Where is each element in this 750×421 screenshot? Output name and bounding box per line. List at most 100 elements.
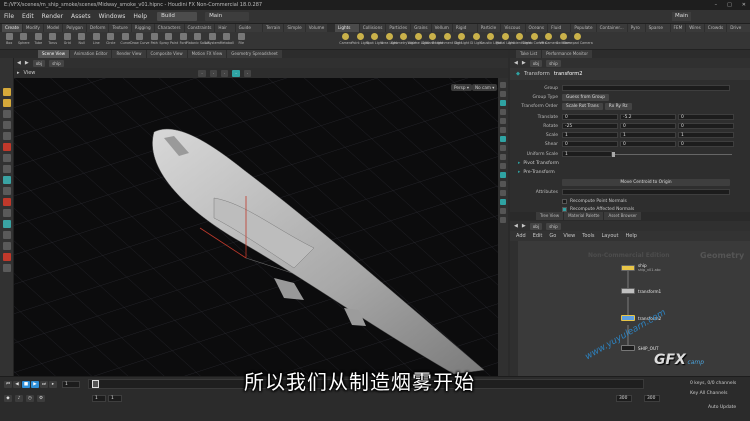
pane-tab[interactable]: Animation Editor <box>69 50 112 58</box>
display-icon-14[interactable] <box>500 199 506 205</box>
display-icon-6[interactable] <box>500 127 506 133</box>
shelf-tool[interactable]: Stereo Camera <box>522 31 547 49</box>
viewer-option-2[interactable]: · <box>209 69 218 77</box>
sound-icon[interactable]: ♪ <box>15 395 23 402</box>
net-menu-view[interactable]: View <box>563 233 575 239</box>
uniform-scale-slider[interactable] <box>612 151 732 157</box>
menu-assets[interactable]: Assets <box>71 13 91 20</box>
network-tab[interactable]: Asset Browser <box>604 212 641 220</box>
display-icon-13[interactable] <box>500 190 506 196</box>
transform-order-menu[interactable]: Scale Rot Trans <box>562 102 603 110</box>
shelf-tab[interactable]: Sparse Pyr... <box>645 24 670 38</box>
display-tool-icon[interactable] <box>2 220 11 228</box>
shelf-tab[interactable]: FEM <box>670 24 686 32</box>
recompute-normals-checkbox[interactable] <box>562 198 567 204</box>
shelf-tool[interactable]: Path <box>147 31 162 49</box>
pre-transform-folder[interactable]: ▸ Pre-Transform <box>518 170 555 175</box>
shelf-tool[interactable]: L-System <box>205 31 220 49</box>
display-icon-7[interactable] <box>500 136 506 142</box>
path-obj[interactable]: obj <box>32 59 46 67</box>
shelf-tab[interactable]: Drive Sim... <box>727 24 750 38</box>
visibility-tool-icon[interactable] <box>2 242 11 250</box>
shelf-tool[interactable]: Geometry Light <box>391 31 417 49</box>
handle-tool-icon[interactable] <box>2 132 11 140</box>
node-transform1[interactable]: transform1 <box>621 288 661 294</box>
shelf-tool[interactable]: Spray Paint <box>159 31 178 49</box>
shelf-tab[interactable]: Container... <box>596 24 627 32</box>
auto-update-menu[interactable]: Auto Update <box>708 405 736 410</box>
key-all-channels-button[interactable]: Key All Channels <box>690 391 727 396</box>
forward-icon[interactable]: ▶ <box>25 60 29 66</box>
viewer-option-5[interactable]: · <box>243 69 252 77</box>
pivot-tool-icon[interactable] <box>2 187 11 195</box>
node-ship-box[interactable] <box>621 264 635 271</box>
camera-menu[interactable]: No cam ▾ <box>472 84 498 91</box>
view-tool-icon[interactable] <box>2 154 11 162</box>
node-name-field[interactable]: transform2 <box>554 71 583 77</box>
attributes-field[interactable] <box>562 188 730 196</box>
scale-y-field[interactable]: 1 <box>620 131 676 139</box>
pane-tab[interactable]: Scene View <box>38 50 69 58</box>
group-type-menu[interactable]: Guess from Group <box>562 93 609 101</box>
shelf-tool[interactable]: Box <box>2 31 17 49</box>
snap-tool-icon[interactable] <box>2 176 11 184</box>
net-path-obj[interactable]: obj <box>529 222 543 230</box>
display-icon-11[interactable] <box>500 172 506 178</box>
node-ship-out[interactable]: SHIP_OUT <box>621 345 659 351</box>
scale-tool-icon[interactable] <box>2 121 11 129</box>
shelf-tool[interactable]: Volume Light <box>407 31 429 49</box>
display-icon-12[interactable] <box>500 181 506 187</box>
node-ship-out-box[interactable] <box>621 345 635 351</box>
shelf-tool[interactable]: Font <box>176 31 191 49</box>
playback-start-field[interactable]: 1 <box>108 395 122 402</box>
shelf-tool[interactable]: Tube <box>31 31 46 49</box>
translate-z-field[interactable]: 0 <box>678 113 734 121</box>
param-group-field[interactable] <box>562 84 730 92</box>
shelf-tool[interactable]: Camera <box>339 31 354 49</box>
viewer-option-3[interactable]: · <box>221 69 229 77</box>
net-menu-layout[interactable]: Layout <box>602 233 619 239</box>
display-icon-8[interactable] <box>500 145 506 151</box>
start-frame-field[interactable]: 1 <box>92 395 106 402</box>
main-desktop-label[interactable]: Main <box>672 12 692 21</box>
magnet-tool-icon[interactable] <box>2 198 11 206</box>
pane-tab[interactable]: Composite View <box>146 50 187 58</box>
menu-windows[interactable]: Windows <box>99 13 126 20</box>
pane-tab[interactable]: Performance Monitor <box>542 50 592 58</box>
display-icon-3[interactable] <box>500 100 506 106</box>
node-transform1-box[interactable] <box>621 288 635 294</box>
maximize-icon[interactable]: □ <box>727 0 732 10</box>
shelf-tab[interactable]: Wires <box>686 24 704 32</box>
shelf-tool[interactable]: Caustic Light <box>480 31 501 49</box>
shelf-tab[interactable]: Volume <box>305 24 328 32</box>
back-icon[interactable]: ◀ <box>17 60 21 66</box>
menu-render[interactable]: Render <box>42 13 63 20</box>
shelf-tool[interactable]: Switcher <box>556 31 571 49</box>
shear-z-field[interactable]: 0 <box>678 140 734 148</box>
stop-icon[interactable]: ■ <box>22 381 30 388</box>
net-menu-add[interactable]: Add <box>516 233 526 239</box>
pose-tool-icon[interactable] <box>2 143 11 151</box>
param-path-obj[interactable]: obj <box>529 59 543 67</box>
net-menu-tools[interactable]: Tools <box>582 233 594 239</box>
shelf-tool[interactable]: Null <box>75 31 90 49</box>
menu-help[interactable]: Help <box>133 13 147 20</box>
current-frame-field[interactable]: 1 <box>62 381 80 388</box>
translate-x-field[interactable]: 0 <box>562 113 618 121</box>
rotate-tool-icon[interactable] <box>2 110 11 118</box>
uniform-scale-field[interactable]: 1 <box>562 150 612 158</box>
move-centroid-button[interactable]: Move Centroid to Origin <box>562 178 730 186</box>
last-frame-icon[interactable]: ⏭ <box>40 381 48 388</box>
settings-tool-icon[interactable] <box>2 264 11 272</box>
select-tool-icon[interactable] <box>2 88 11 96</box>
key-icon[interactable]: ◆ <box>4 395 12 402</box>
playback-end-field[interactable]: 300 <box>616 395 632 402</box>
shelf-tool[interactable]: Gamepad Camera <box>563 31 593 49</box>
display-icon-9[interactable] <box>500 154 506 160</box>
shelf-tab[interactable]: Simple FX <box>284 24 305 38</box>
view-tab-label[interactable]: View <box>24 70 36 76</box>
first-frame-icon[interactable]: ⏮ <box>4 381 12 388</box>
pane-tab[interactable]: Geometry Spreadsheet <box>227 50 282 58</box>
desktop-main-select[interactable]: Main <box>205 12 250 21</box>
rotation-order-menu[interactable]: Rx Ry Rz <box>604 102 632 110</box>
